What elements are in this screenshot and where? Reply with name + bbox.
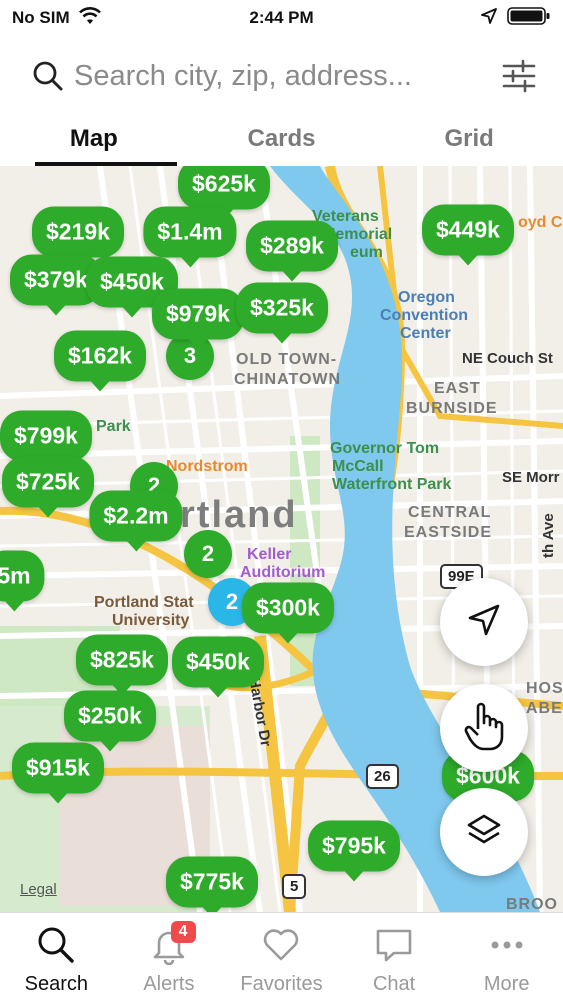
price-pin[interactable]: $825k: [76, 634, 168, 686]
hand-pointer-icon: [464, 701, 504, 756]
map-label-governor: Governor Tom: [330, 440, 440, 457]
price-pin[interactable]: $725k: [2, 456, 94, 508]
filter-sliders-icon[interactable]: [499, 56, 539, 96]
price-pin[interactable]: $915k: [12, 742, 104, 794]
search-input[interactable]: [74, 59, 485, 93]
bottom-tab-bar: Search 4 Alerts Favorites Chat More: [0, 912, 563, 1000]
search-icon: [30, 58, 66, 94]
wifi-icon: [78, 6, 102, 30]
map-cluster-pin[interactable]: 2: [184, 530, 232, 578]
map-label-oregon: Oregon: [398, 289, 455, 306]
price-pin[interactable]: $775k: [166, 856, 258, 908]
map-label-lloyd: oyd Ce: [518, 214, 563, 231]
map-label-burnside: BURNSIDE: [406, 400, 498, 417]
nav-search[interactable]: Search: [0, 913, 113, 1000]
map-label-university: University: [112, 612, 190, 629]
price-pin[interactable]: $300k: [242, 582, 334, 634]
price-pin[interactable]: $625k: [178, 166, 270, 210]
map-view[interactable]: Veterans Memorial eum Oregon Convention …: [0, 166, 563, 912]
nav-label: More: [483, 973, 530, 995]
view-tabs: Map Cards Grid: [0, 112, 563, 166]
tab-cards[interactable]: Cards: [188, 112, 376, 166]
map-label-se-morrison: SE Morr: [502, 469, 560, 486]
map-label-convention: Convention: [380, 307, 468, 324]
tab-map[interactable]: Map: [0, 112, 188, 166]
map-label-east: EAST: [434, 380, 481, 397]
location-arrow-icon: [481, 7, 497, 29]
carrier-label: No SIM: [12, 8, 70, 27]
price-pin[interactable]: $162k: [54, 330, 146, 382]
map-label-coliseum: eum: [350, 244, 383, 261]
chat-bubble-icon: [374, 923, 414, 967]
price-pin[interactable]: $795k: [308, 820, 400, 872]
nav-chat[interactable]: Chat: [338, 913, 451, 1000]
locate-me-button[interactable]: [440, 578, 528, 666]
map-label-eastside: EASTSIDE: [404, 524, 493, 541]
more-dots-icon: [487, 923, 527, 967]
price-pin[interactable]: $2.2m: [89, 490, 183, 542]
map-layers-button[interactable]: [440, 788, 528, 876]
nav-label: Alerts: [143, 973, 195, 995]
status-bar: No SIM 2:44 PM: [0, 0, 563, 36]
route-shield-5: 5: [282, 874, 307, 899]
map-label-chinatown: CHINATOWN: [234, 371, 342, 388]
map-label-old-town: OLD TOWN-: [236, 351, 338, 368]
nav-label: Favorites: [240, 973, 323, 995]
search-icon: [36, 923, 76, 967]
map-label-center: Center: [400, 325, 451, 342]
map-label-mccall: McCall: [332, 458, 384, 475]
nav-alerts[interactable]: 4 Alerts: [113, 913, 226, 1000]
battery-icon: [507, 6, 551, 31]
map-label-portland-state: Portland Stat: [94, 594, 194, 611]
map-label-couch-st: NE Couch St: [462, 350, 553, 367]
map-label-avenue: th Ave: [540, 513, 557, 558]
map-label-hos: HOS: [526, 680, 563, 697]
layers-icon: [466, 812, 502, 853]
nav-more[interactable]: More: [450, 913, 563, 1000]
map-legal-link[interactable]: Legal: [20, 881, 57, 898]
map-label-aber: ABER: [526, 700, 563, 717]
price-pin[interactable]: $1.4m: [143, 206, 237, 258]
route-shield-26: 26: [366, 764, 399, 789]
map-label-waterfront: Waterfront Park: [332, 476, 452, 493]
tab-grid[interactable]: Grid: [375, 112, 563, 166]
price-pin[interactable]: $979k: [152, 288, 244, 340]
heart-icon: [261, 923, 301, 967]
price-pin[interactable]: $450k: [172, 636, 264, 688]
nav-label: Chat: [372, 973, 416, 995]
price-pin[interactable]: $289k: [246, 220, 338, 272]
map-label-nordstrom: Nordstrom: [166, 458, 248, 475]
nav-label: Search: [24, 973, 88, 995]
location-arrow-icon: [467, 603, 501, 642]
map-label-central: CENTRAL: [408, 504, 492, 521]
price-pin[interactable]: $799k: [0, 410, 92, 462]
price-pin[interactable]: $325k: [236, 282, 328, 334]
price-pin[interactable]: 5m: [0, 550, 45, 602]
nav-favorites[interactable]: Favorites: [225, 913, 338, 1000]
draw-area-button[interactable]: [440, 684, 528, 772]
map-label-portland: rtland: [180, 494, 298, 536]
price-pin[interactable]: $219k: [32, 206, 124, 258]
price-pin[interactable]: $250k: [64, 690, 156, 742]
alerts-badge: 4: [170, 921, 196, 943]
map-label-park: Park: [96, 418, 131, 435]
map-label-keller: Keller: [247, 546, 292, 563]
search-bar: [0, 44, 563, 108]
map-label-brook: BROO: [506, 896, 558, 912]
price-pin[interactable]: $449k: [422, 204, 514, 256]
map-label-auditorium: Auditorium: [240, 564, 326, 581]
